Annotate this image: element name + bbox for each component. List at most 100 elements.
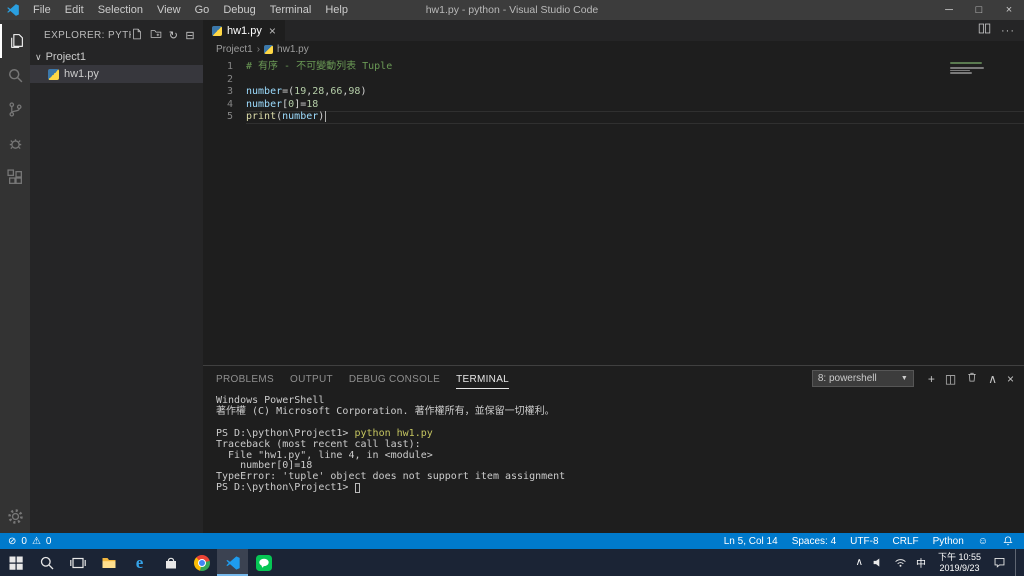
breadcrumb-item[interactable]: Project1: [216, 44, 253, 55]
code-line-1[interactable]: 1 # 有序 - 不可變動列表 Tuple: [203, 61, 1024, 74]
panel-tab-problems[interactable]: PROBLEMS: [216, 368, 274, 389]
menu-go[interactable]: Go: [188, 0, 217, 20]
shell-selector-value: 8: powershell: [817, 373, 877, 384]
status-bar: ⊘ 0 ⚠ 0 Ln 5, Col 14 Spaces: 4 UTF-8 CRLF Py…: [0, 533, 1024, 549]
clock-time: 下午 10:55: [937, 552, 981, 562]
minimize-button[interactable]: ─: [934, 0, 964, 20]
task-view-button[interactable]: [62, 549, 93, 576]
system-tray: ∧ 中 下午 10:55 2019/9/23: [856, 549, 1024, 576]
extensions-icon[interactable]: [0, 160, 30, 194]
more-actions-button[interactable]: ···: [1001, 25, 1015, 37]
action-center-icon[interactable]: [993, 556, 1006, 569]
vscode-taskbar-button[interactable]: [217, 549, 248, 576]
start-button[interactable]: [0, 549, 31, 576]
vscode-logo-icon: [0, 3, 26, 17]
screen: File Edit Selection View Go Debug Terminal Help…: [0, 0, 1024, 576]
minimap[interactable]: [950, 62, 1010, 74]
shell-selector-dropdown[interactable]: 8: powershell ▼: [811, 370, 914, 387]
dropdown-arrow-icon: ▼: [900, 375, 908, 382]
line-number: 2: [226, 73, 233, 85]
menu-view[interactable]: View: [150, 0, 188, 20]
explorer-icon[interactable]: [0, 24, 30, 58]
file-explorer-button[interactable]: [93, 549, 124, 576]
new-file-button[interactable]: [131, 28, 143, 43]
collapse-all-icon[interactable]: ⊟: [185, 30, 195, 42]
problems-indicator[interactable]: ⊘ 0 ⚠ 0: [8, 536, 51, 547]
line-content: # 有序 - 不可變動列表 Tuple: [246, 61, 393, 72]
code-lines: 1 # 有序 - 不可變動列表 Tuple 2 3 number=(19,28,66,9…: [203, 61, 1024, 124]
menu-edit[interactable]: Edit: [58, 0, 91, 20]
sidebar-file-hw1py[interactable]: hw1.py: [30, 65, 203, 83]
breadcrumb-separator: ›: [256, 43, 261, 55]
menu-terminal[interactable]: Terminal: [263, 0, 319, 20]
menu-selection[interactable]: Selection: [91, 0, 150, 20]
split-terminal-button[interactable]: ◫: [945, 373, 956, 385]
volume-icon[interactable]: [872, 556, 885, 569]
tray-expand-chevron-icon[interactable]: ∧: [856, 557, 863, 568]
panel-tab-debug-console[interactable]: DEBUG CONSOLE: [349, 368, 440, 389]
settings-gear-icon[interactable]: [0, 499, 30, 533]
notifications-bell-icon[interactable]: [1002, 535, 1014, 547]
menu-file[interactable]: File: [26, 0, 58, 20]
code-line-2[interactable]: 2: [203, 74, 1024, 87]
status-ln[interactable]: Ln 5, Col 14: [724, 536, 778, 547]
status-python[interactable]: Python: [933, 536, 964, 547]
chrome-button[interactable]: [186, 549, 217, 576]
menu-help[interactable]: Help: [318, 0, 355, 20]
show-desktop-button[interactable]: [1015, 549, 1020, 576]
explorer-toolbar: ↻ ⊟: [131, 28, 195, 43]
line-number: 5: [226, 111, 233, 123]
debug-icon[interactable]: [0, 126, 30, 160]
panel-tab-terminal[interactable]: TERMINAL: [456, 368, 509, 389]
folder-label: Project1: [45, 51, 86, 63]
close-button[interactable]: ×: [994, 0, 1024, 20]
ime-indicator[interactable]: 中: [916, 555, 926, 570]
terminal-line: 著作權 (C) Microsoft Corporation. 著作權所有，並保留…: [216, 405, 555, 417]
code-line-3[interactable]: 3 number=(19,28,66,98): [203, 86, 1024, 99]
close-panel-button[interactable]: ×: [1007, 373, 1014, 385]
source-control-icon[interactable]: [0, 92, 30, 126]
maximize-panel-button[interactable]: ∧: [988, 373, 997, 385]
main-area: EXPLORER: PYTH... ↻ ⊟ ∨ Project1 hw1.py: [0, 20, 1024, 533]
store-button[interactable]: [155, 549, 186, 576]
tab-close-icon[interactable]: ×: [269, 24, 276, 38]
python-file-icon: [212, 25, 222, 36]
explorer-title: EXPLORER: PYTH...: [44, 30, 131, 41]
chat-app-button[interactable]: [248, 549, 279, 576]
activity-bar: [0, 20, 30, 533]
edge-icon: e: [135, 553, 144, 572]
editor-column: hw1.py × ··· Project1 › hw1.py 1 # 有序 - 不可變…: [203, 20, 1024, 533]
code-line-4[interactable]: 4 number[0]=18: [203, 99, 1024, 112]
sidebar-folder-project1[interactable]: ∨ Project1: [30, 49, 203, 65]
menu-debug[interactable]: Debug: [216, 0, 262, 20]
feedback-smiley-icon[interactable]: ☺: [978, 536, 988, 547]
status-crlf[interactable]: CRLF: [893, 536, 919, 547]
status-spaces[interactable]: Spaces: 4: [792, 536, 836, 547]
menu-bar: File Edit Selection View Go Debug Terminal Help: [26, 0, 355, 20]
kill-terminal-button[interactable]: [966, 370, 978, 388]
taskbar-search-icon[interactable]: [31, 549, 62, 576]
search-icon[interactable]: [0, 58, 30, 92]
code-line-5[interactable]: 5 print(number): [203, 111, 1024, 124]
terminal-output[interactable]: Windows PowerShell 著作權 (C) Microsoft Corp…: [203, 391, 1024, 533]
chevron-down-icon: ∨: [35, 51, 42, 62]
network-icon[interactable]: [894, 556, 907, 569]
code-editor[interactable]: 1 # 有序 - 不可變動列表 Tuple 2 3 number=(19,28,66,9…: [203, 57, 1024, 365]
breadcrumb-item[interactable]: hw1.py: [277, 44, 309, 55]
activity-bar-spacer: [0, 194, 30, 499]
explorer-sidebar: EXPLORER: PYTH... ↻ ⊟ ∨ Project1 hw1.py: [30, 20, 203, 533]
terminal-cursor: [355, 483, 361, 494]
split-editor-button[interactable]: [978, 22, 991, 40]
panel-header: PROBLEMS OUTPUT DEBUG CONSOLE TERMINAL 8: p…: [203, 366, 1024, 391]
refresh-icon[interactable]: ↻: [169, 30, 179, 42]
edge-button[interactable]: e: [124, 549, 155, 576]
new-folder-button[interactable]: [150, 28, 162, 43]
panel-tab-output[interactable]: OUTPUT: [290, 368, 333, 389]
tab-hw1py[interactable]: hw1.py ×: [203, 20, 285, 41]
status-utf-8[interactable]: UTF-8: [850, 536, 878, 547]
line-content: [246, 74, 1024, 87]
taskbar-clock[interactable]: 下午 10:55 2019/9/23: [935, 552, 984, 573]
new-terminal-button[interactable]: +: [928, 373, 935, 385]
maximize-button[interactable]: □: [964, 0, 994, 20]
minimap-line: [950, 62, 982, 64]
